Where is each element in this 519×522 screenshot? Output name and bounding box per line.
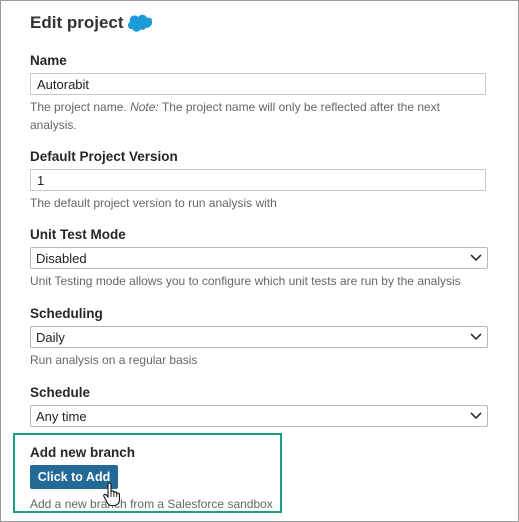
name-help: The project name. Note: The project name… — [30, 100, 441, 132]
schedule-selected: Any time — [36, 409, 87, 424]
version-label: Default Project Version — [30, 149, 178, 164]
chevron-down-icon — [470, 254, 482, 262]
page-title-row: Edit project — [30, 13, 152, 33]
unit-test-mode-help: Unit Testing mode allows you to configur… — [30, 274, 461, 288]
salesforce-cloud-icon — [127, 14, 152, 32]
scheduling-help: Run analysis on a regular basis — [30, 353, 198, 367]
unit-test-mode-selected: Disabled — [36, 251, 87, 266]
name-input-value: Autorabit — [37, 77, 90, 92]
add-branch-help: Add a new branch from a Salesforce sandb… — [30, 497, 273, 511]
unit-test-mode-label: Unit Test Mode — [30, 227, 126, 242]
schedule-label: Schedule — [30, 385, 91, 400]
version-input-value: 1 — [37, 173, 45, 188]
name-label: Name — [30, 53, 67, 68]
name-help-note: Note: — [130, 100, 159, 114]
scheduling-label: Scheduling — [30, 306, 103, 321]
page-title: Edit project — [30, 13, 124, 32]
scheduling-selected: Daily — [36, 330, 65, 345]
chevron-down-icon — [470, 412, 482, 420]
add-branch-label: Add new branch — [30, 445, 136, 460]
chevron-down-icon — [470, 333, 482, 341]
schedule-select[interactable]: Any time — [30, 405, 488, 427]
hand-pointer-icon — [103, 482, 120, 506]
scheduling-select[interactable]: Daily — [30, 326, 488, 348]
name-input[interactable]: Autorabit — [30, 73, 486, 95]
version-input[interactable]: 1 — [30, 169, 486, 191]
version-help: The default project version to run analy… — [30, 196, 277, 210]
unit-test-mode-select[interactable]: Disabled — [30, 247, 488, 269]
